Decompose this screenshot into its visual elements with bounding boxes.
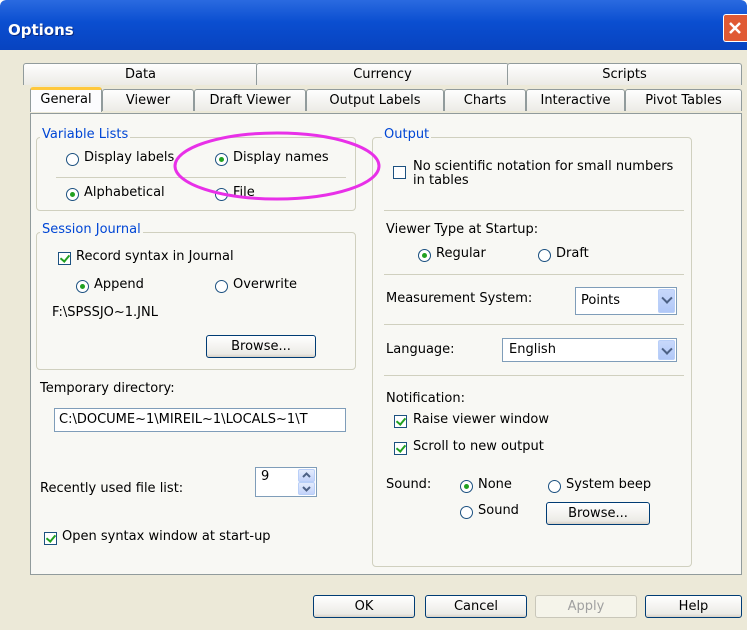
temp-directory-input[interactable]: C:\DOCUME~1\MIREIL~1\LOCALS~1\T <box>54 408 346 432</box>
raise-viewer-checkbox[interactable] <box>394 415 407 428</box>
tab-general[interactable]: General <box>30 87 102 112</box>
ok-button[interactable]: OK <box>313 595 415 618</box>
output-label: Output <box>382 127 432 142</box>
output-divider-3 <box>384 324 684 325</box>
draft-radio[interactable] <box>538 249 551 262</box>
tab-viewer[interactable]: Viewer <box>102 89 194 111</box>
record-syntax-label[interactable]: Record syntax in Journal <box>76 249 234 264</box>
sound-browse-button[interactable]: Browse... <box>546 502 650 525</box>
regular-radio[interactable] <box>418 249 431 262</box>
no-scientific-label[interactable]: No scientific notation for small numbers… <box>413 160 673 188</box>
record-syntax-checkbox[interactable] <box>58 252 71 265</box>
session-journal-label: Session Journal <box>40 222 143 237</box>
raise-viewer-label[interactable]: Raise viewer window <box>413 412 549 427</box>
open-syntax-checkbox[interactable] <box>44 532 57 545</box>
system-beep-radio[interactable] <box>548 480 561 493</box>
output-divider-2 <box>384 274 684 275</box>
alphabetical-radio[interactable] <box>66 188 79 201</box>
tab-draft-viewer[interactable]: Draft Viewer <box>194 89 306 111</box>
tab-output-labels[interactable]: Output Labels <box>306 89 444 111</box>
output-divider-1 <box>384 210 684 211</box>
alphabetical-label[interactable]: Alphabetical <box>84 185 165 200</box>
tab-data[interactable]: Data <box>23 63 258 85</box>
chevron-down-icon[interactable] <box>658 340 675 360</box>
scroll-output-label[interactable]: Scroll to new output <box>413 439 544 454</box>
output-divider-4 <box>384 375 684 376</box>
system-beep-label[interactable]: System beep <box>566 477 651 492</box>
sound-radio[interactable] <box>460 506 473 519</box>
close-button[interactable] <box>723 14 747 42</box>
viewer-type-label: Viewer Type at Startup: <box>386 222 539 237</box>
close-icon <box>729 22 741 34</box>
highlight-ellipse <box>173 131 381 201</box>
chevron-down-icon[interactable] <box>658 289 675 313</box>
options-dialog: Options Data Currency Scripts General Vi… <box>0 0 747 630</box>
language-value[interactable]: English <box>509 342 556 357</box>
apply-button[interactable]: Apply <box>535 595 637 618</box>
tab-pivot-tables[interactable]: Pivot Tables <box>625 89 742 111</box>
journal-browse-button[interactable]: Browse... <box>206 335 316 358</box>
spin-up-icon[interactable] <box>298 469 315 482</box>
sound-label: Sound: <box>386 477 432 492</box>
variable-lists-label: Variable Lists <box>40 127 131 142</box>
sound-option-label[interactable]: Sound <box>478 503 519 518</box>
sound-none-label[interactable]: None <box>478 477 512 492</box>
open-syntax-label[interactable]: Open syntax window at start-up <box>62 529 271 544</box>
append-radio[interactable] <box>76 280 89 293</box>
draft-label[interactable]: Draft <box>556 246 589 261</box>
journal-path: F:\SPSSJO~1.JNL <box>52 305 158 320</box>
cancel-button[interactable]: Cancel <box>425 595 527 618</box>
tab-currency[interactable]: Currency <box>256 63 509 85</box>
dialog-title: Options <box>8 21 74 39</box>
help-button[interactable]: Help <box>645 595 742 618</box>
overwrite-radio[interactable] <box>215 280 228 293</box>
append-label[interactable]: Append <box>94 277 144 292</box>
no-scientific-line1[interactable]: No scientific notation for small numbers <box>413 159 673 174</box>
measurement-value[interactable]: Points <box>581 293 620 308</box>
display-labels-label[interactable]: Display labels <box>84 150 174 165</box>
measurement-select[interactable]: Points <box>575 287 677 315</box>
temp-directory-label: Temporary directory: <box>40 381 175 396</box>
recent-files-value[interactable]: 9 <box>261 469 269 484</box>
overwrite-label[interactable]: Overwrite <box>233 277 297 292</box>
scroll-output-checkbox[interactable] <box>394 442 407 455</box>
notification-label: Notification: <box>386 391 465 406</box>
recent-files-spinner[interactable]: 9 <box>255 467 317 497</box>
language-label: Language: <box>386 342 455 357</box>
language-select[interactable]: English <box>502 338 677 362</box>
tab-interactive[interactable]: Interactive <box>526 89 625 111</box>
tab-scripts[interactable]: Scripts <box>507 63 742 85</box>
no-scientific-line2[interactable]: in tables <box>413 173 469 188</box>
sound-none-radio[interactable] <box>460 480 473 493</box>
no-scientific-checkbox[interactable] <box>393 166 406 179</box>
tab-charts[interactable]: Charts <box>444 89 526 111</box>
measurement-label: Measurement System: <box>386 291 533 306</box>
regular-label[interactable]: Regular <box>436 246 486 261</box>
title-bar[interactable]: Options <box>0 0 747 50</box>
recent-files-label: Recently used file list: <box>40 481 184 496</box>
spin-down-icon[interactable] <box>298 482 315 495</box>
display-labels-radio[interactable] <box>66 153 79 166</box>
